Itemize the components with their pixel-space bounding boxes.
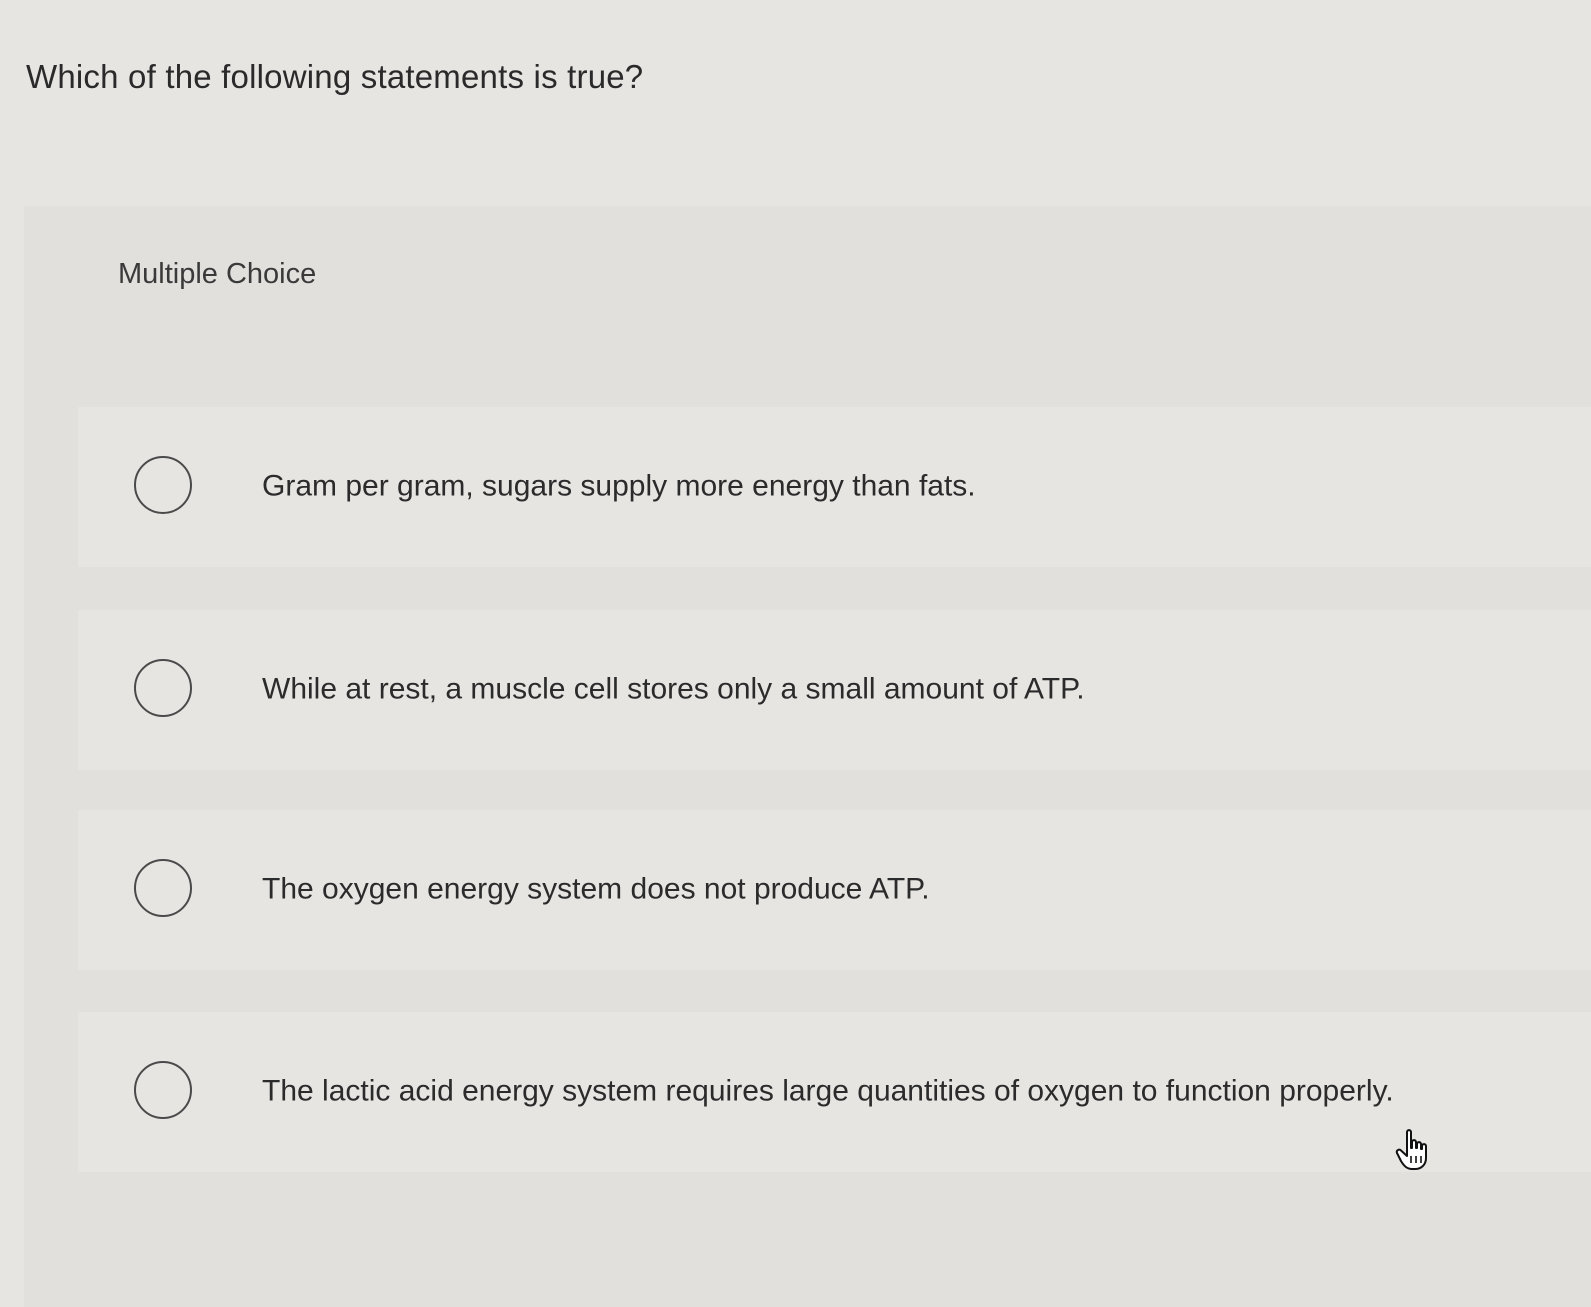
hand-pointer-icon: [1395, 1129, 1427, 1170]
question-text: Which of the following statements is tru…: [26, 58, 644, 95]
radio-circle-icon[interactable]: [134, 859, 192, 917]
answer-option-1[interactable]: Gram per gram, sugars supply more energy…: [78, 407, 1591, 567]
question-type-label: Multiple Choice: [118, 258, 317, 290]
answer-option-4[interactable]: The lactic acid energy system requires l…: [78, 1012, 1591, 1172]
answer-option-label[interactable]: The oxygen energy system does not produc…: [262, 872, 930, 906]
answer-option-label[interactable]: Gram per gram, sugars supply more energy…: [262, 469, 976, 503]
radio-circle-icon[interactable]: [134, 1061, 192, 1119]
answer-option-3[interactable]: The oxygen energy system does not produc…: [78, 810, 1591, 970]
radio-circle-icon[interactable]: [134, 659, 192, 717]
answer-option-2[interactable]: While at rest, a muscle cell stores only…: [78, 610, 1591, 770]
radio-circle-icon[interactable]: [134, 456, 192, 514]
answer-option-label[interactable]: The lactic acid energy system requires l…: [262, 1074, 1394, 1108]
answer-option-label[interactable]: While at rest, a muscle cell stores only…: [262, 672, 1085, 706]
